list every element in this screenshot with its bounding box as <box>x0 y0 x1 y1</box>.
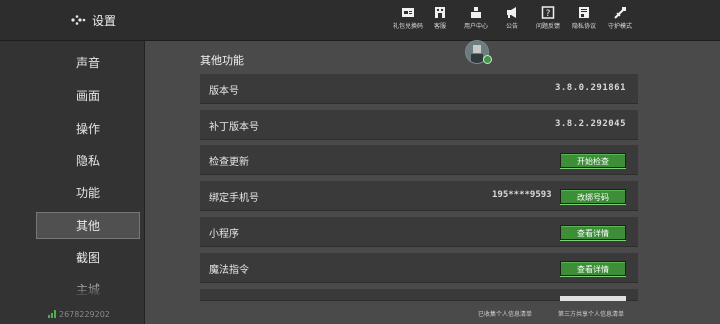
version-value: 3.8.0.291861 <box>554 83 626 93</box>
row-bind-phone: 绑定手机号 195****9593 改绑号码 <box>200 181 638 211</box>
row-label: 小程序 <box>209 229 239 240</box>
sidebar-item-other[interactable]: 其他 <box>36 212 140 239</box>
row-version: 版本号 3.8.0.291861 <box>200 74 638 104</box>
change-phone-button[interactable]: 改绑号码 <box>560 189 626 204</box>
sidebar-scroll-fade <box>0 278 144 298</box>
partial-button[interactable] <box>560 296 626 301</box>
check-update-button[interactable]: 开始检查 <box>560 153 626 168</box>
guard-mode-button[interactable]: 守护模式 <box>598 6 642 36</box>
row-patch-version: 补丁版本号 3.8.2.292045 <box>200 110 638 140</box>
row-mini-program: 小程序 查看详情 <box>200 217 638 247</box>
back-icon[interactable] <box>70 12 88 28</box>
guard-mode-icon <box>614 7 626 19</box>
gift-code-icon <box>402 8 414 17</box>
user-id-text: 2678229202 <box>59 310 110 319</box>
sidebar-item-controls[interactable]: 操作 <box>36 116 140 143</box>
phone-number: 195****9593 <box>492 190 552 200</box>
announcement-icon <box>507 7 516 18</box>
user-center-icon <box>471 7 481 18</box>
sidebar: 声音 画面 操作 隐私 功能 其他 截图 主城 2678229202 <box>0 41 145 324</box>
collected-info-link[interactable]: 已收集个人信息清单 <box>478 309 532 318</box>
signal-icon <box>48 310 56 320</box>
row-magic-command: 魔法指令 查看详情 <box>200 253 638 283</box>
row-label: 补丁版本号 <box>209 122 259 133</box>
row-check-update: 检查更新 开始检查 <box>200 145 638 175</box>
feedback-icon: ? <box>541 6 555 19</box>
customer-service-icon <box>435 7 445 18</box>
magic-command-details-button[interactable]: 查看详情 <box>560 261 626 276</box>
section-title: 其他功能 <box>200 54 244 67</box>
sidebar-item-sound[interactable]: 声音 <box>36 50 140 77</box>
page-title: 设置 <box>92 14 117 28</box>
row-partial <box>200 289 638 301</box>
third-party-info-link[interactable]: 第三方共享个人信息清单 <box>558 309 624 318</box>
row-label: 检查更新 <box>209 157 249 168</box>
row-label: 绑定手机号 <box>209 193 259 204</box>
mini-program-details-button[interactable]: 查看详情 <box>560 225 626 240</box>
sidebar-item-features[interactable]: 功能 <box>36 180 140 207</box>
row-label: 魔法指令 <box>209 265 249 276</box>
privacy-icon <box>579 7 589 18</box>
sidebar-item-privacy[interactable]: 隐私 <box>36 148 140 175</box>
sidebar-item-display[interactable]: 画面 <box>36 83 140 110</box>
online-badge <box>483 55 492 64</box>
patch-version-value: 3.8.2.292045 <box>554 119 626 129</box>
top-bar: 设置 礼包兑换码 客服 用户中心 公告 ? 问题反馈 隐私协议 守护模式 <box>0 0 720 41</box>
guard-mode-label: 守护模式 <box>607 23 632 30</box>
row-label: 版本号 <box>209 86 239 97</box>
user-id: 2678229202 <box>48 310 110 320</box>
sidebar-item-screenshot[interactable]: 截图 <box>36 245 140 272</box>
svg-text:?: ? <box>546 9 551 19</box>
